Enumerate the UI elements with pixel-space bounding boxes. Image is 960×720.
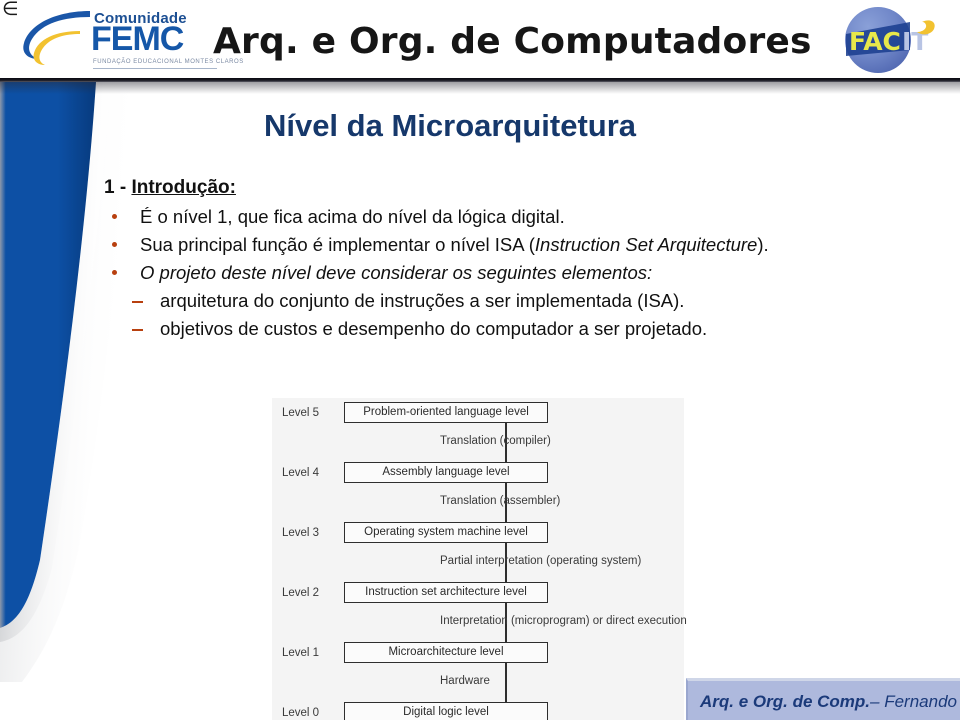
list-item-text: arquitetura do conjunto de instruções a … [160,290,685,311]
diagram-note-3: Interpretation (microprogram) or direct … [440,615,687,627]
list-item: Sua principal função é implementar o nív… [104,232,956,258]
bullet-dot-icon [112,214,117,219]
footer-course: Arq. e Org. de Comp. [700,692,871,711]
femc-swoosh-icon [18,7,96,69]
bullet-list: É o nível 1, que fica acima do nível da … [104,204,956,344]
page-title: Arq. e Org. de Computadores [213,21,812,62]
diagram-note-1: Translation (assembler) [440,495,561,507]
level-box-5: Problem-oriented language level [344,402,548,423]
list-item-text: O projeto deste nível deve considerar os… [140,260,956,286]
level-box-4: Assembly language level [344,462,548,483]
list-item: É o nível 1, que fica acima do nível da … [104,204,956,230]
level-label-1: Level 1 [282,647,320,659]
section-label: Introdução: [131,177,236,198]
diagram-note-4: Hardware [440,675,490,687]
facit-logo: FAC IT [822,4,942,76]
section-heading: 1 - Introdução: [104,177,236,199]
level-label-0: Level 0 [282,707,320,719]
section-number: 1 - [104,177,132,198]
list-item: objetivos de custos e desempenho do comp… [104,316,956,342]
diagram-note-2: Partial interpretation (operating system… [440,555,642,567]
computer-levels-diagram: Level 5 Problem-oriented language level … [272,398,687,720]
bullet-dash-icon [132,301,143,303]
level-box-2: Instruction set architecture level [344,582,548,603]
femc-wordmark: FEMC [91,20,184,58]
list-item-text-italic: Instruction Set Arquitecture [534,234,758,255]
slide-header: Comunidade FEMC FUNDAÇÃO EDUCACIONAL MON… [0,0,960,80]
femc-tagline-rule [93,68,217,69]
diagram-note-0: Translation (compiler) [440,435,551,447]
slide-title: Nível da Microarquitetura [263,108,637,143]
slide-root: ∈ Comunidade FEMC FUNDAÇÃO EDUCACIONAL M… [0,0,960,720]
header-divider-shadow [0,82,960,94]
bullet-dash-icon [132,329,143,331]
svg-text:FAC: FAC [849,27,901,56]
level-label-5: Level 5 [282,407,320,419]
slide-content: Nível da Microarquitetura 1 - Introdução… [0,82,960,720]
level-label-2: Level 2 [282,587,320,599]
list-item: arquitetura do conjunto de instruções a … [104,288,956,314]
level-label-3: Level 3 [282,527,320,539]
level-box-3: Operating system machine level [344,522,548,543]
footer-separator: – [870,692,885,711]
list-item-text: É o nível 1, que fica acima do nível da … [140,206,565,227]
bullet-dot-icon [112,242,117,247]
femc-logo: Comunidade FEMC FUNDAÇÃO EDUCACIONAL MON… [18,4,243,74]
stray-glyph: ∈ [2,0,19,20]
list-item-text-italic: O projeto deste nível deve considerar os… [140,262,653,283]
level-box-1: Microarchitecture level [344,642,548,663]
footer-author: Fernando Ra [884,692,960,711]
level-label-4: Level 4 [282,467,320,479]
list-item-text-post: ). [757,234,769,255]
list-item: O projeto deste nível deve considerar os… [104,260,956,286]
footer-badge: Arq. e Org. de Comp.– Fernando Ra [686,678,960,720]
list-item-text: Sua principal função é implementar o nív… [140,232,956,258]
footer-text: Arq. e Org. de Comp.– Fernando Ra [700,692,960,712]
list-item-text: objetivos de custos e desempenho do comp… [160,318,708,339]
list-item-text-pre: Sua principal função é implementar o nív… [140,234,535,255]
level-box-0: Digital logic level [344,702,548,720]
bullet-dot-icon [112,270,117,275]
